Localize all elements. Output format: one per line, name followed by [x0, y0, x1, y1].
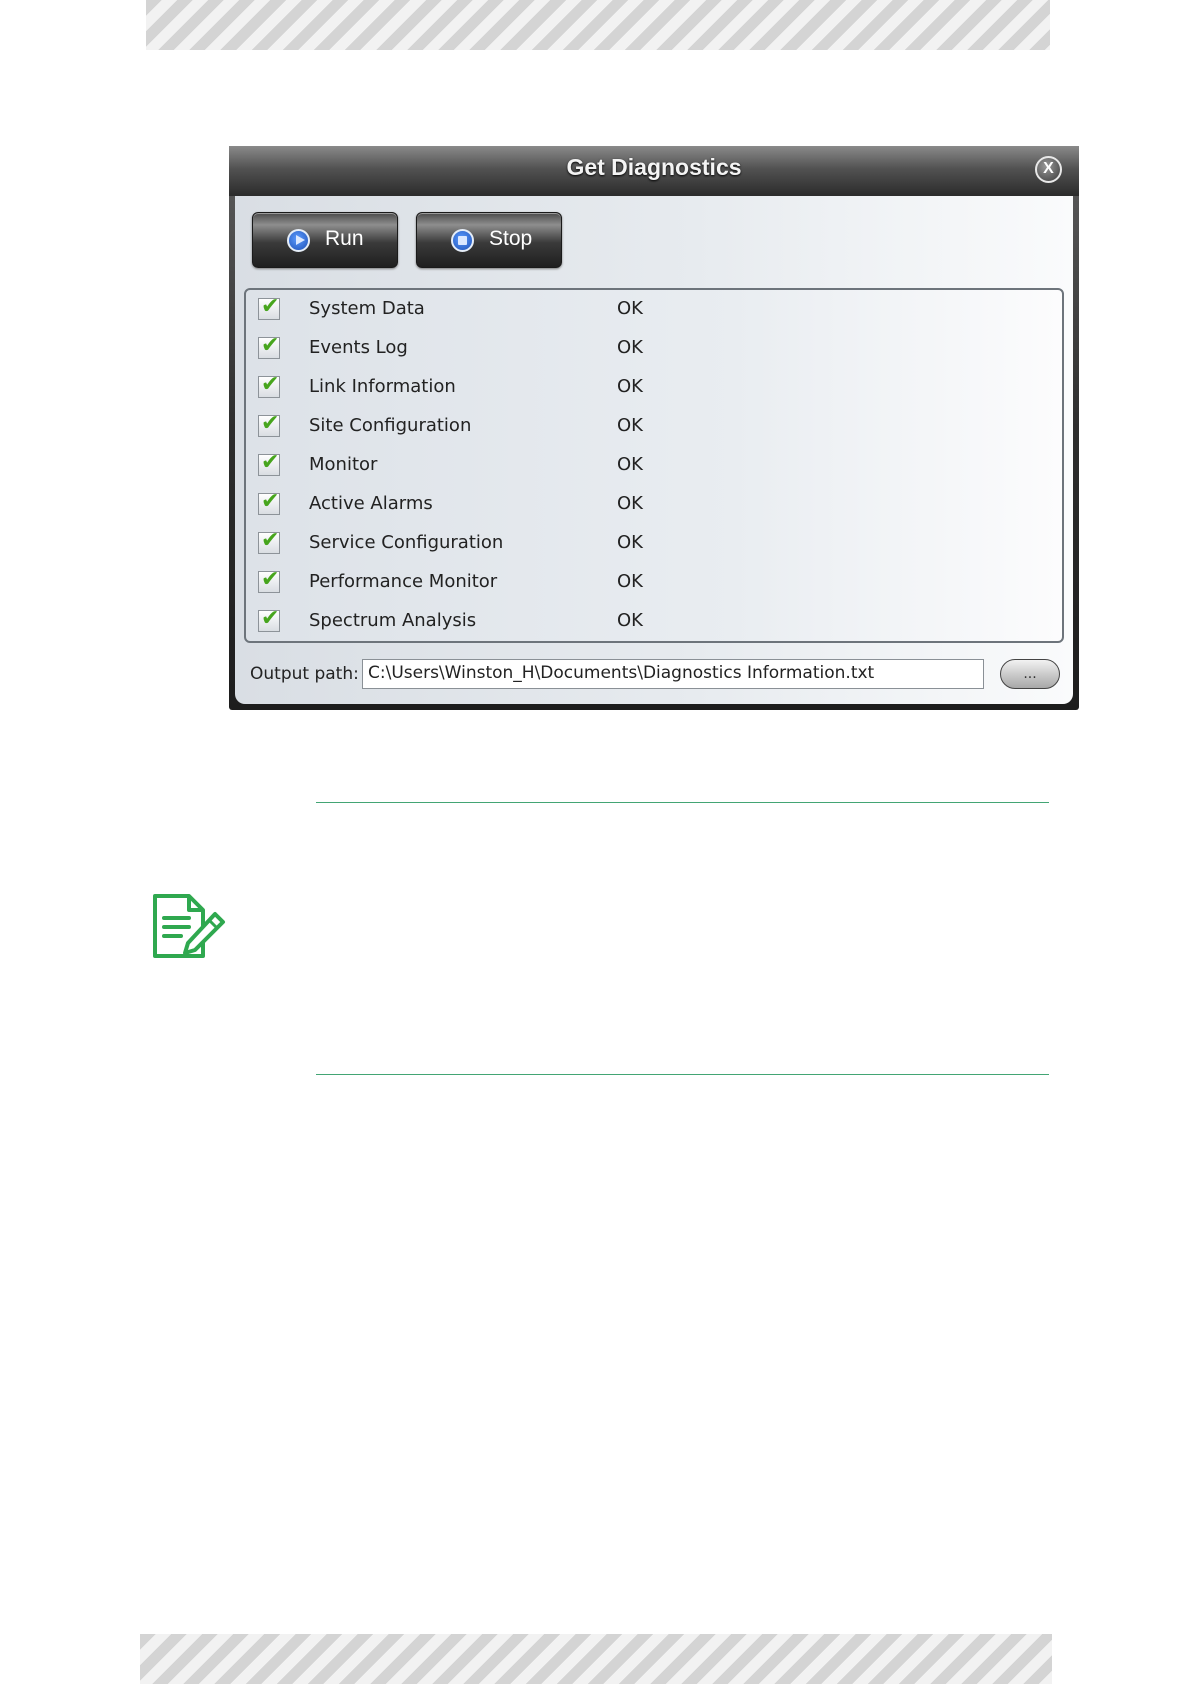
item-status: OK [617, 376, 643, 397]
diagnostics-list: System Data OK Events Log OK Link Inform… [244, 288, 1064, 643]
checkbox-site-configuration[interactable] [258, 411, 280, 437]
checkbox-events-log[interactable] [258, 333, 280, 359]
checkbox-monitor[interactable] [258, 450, 280, 476]
note-rule-bottom [316, 1074, 1049, 1075]
list-item: Active Alarms OK [246, 485, 1062, 524]
footer-band [140, 1634, 1052, 1684]
item-status: OK [617, 454, 643, 475]
stop-circle-icon [451, 229, 474, 252]
item-name: Performance Monitor [309, 571, 498, 592]
output-path-input[interactable]: C:\Users\Winston_H\Documents\Diagnostics… [362, 659, 984, 689]
list-item: Service Configuration OK [246, 524, 1062, 563]
item-name: Spectrum Analysis [309, 610, 477, 631]
close-button[interactable]: X [1035, 156, 1062, 183]
list-item: Performance Monitor OK [246, 563, 1062, 602]
note-rule-top [316, 802, 1049, 803]
dialog-body: Run Stop System Data OK Events Log OK Li… [235, 196, 1073, 704]
list-item: Link Information OK [246, 368, 1062, 407]
checkbox-link-information[interactable] [258, 372, 280, 398]
item-status: OK [617, 298, 643, 319]
checkbox-performance-monitor[interactable] [258, 567, 280, 593]
checkbox-active-alarms[interactable] [258, 489, 280, 515]
stop-button-label: Stop [489, 227, 533, 250]
output-path-label: Output path: [250, 664, 359, 684]
run-button[interactable]: Run [252, 212, 398, 268]
list-item: System Data OK [246, 290, 1062, 329]
get-diagnostics-dialog: Get Diagnostics X Run Stop System Data O… [229, 146, 1079, 710]
item-status: OK [617, 532, 643, 553]
item-name: Active Alarms [309, 493, 433, 514]
checkbox-spectrum-analysis[interactable] [258, 606, 280, 632]
item-status: OK [617, 610, 643, 631]
item-status: OK [617, 571, 643, 592]
dialog-titlebar: Get Diagnostics X [229, 146, 1079, 196]
item-status: OK [617, 415, 643, 436]
item-status: OK [617, 493, 643, 514]
list-item: Site Configuration OK [246, 407, 1062, 446]
list-item: Spectrum Analysis OK [246, 602, 1062, 641]
browse-button[interactable]: ... [1000, 659, 1060, 689]
item-name: Link Information [309, 376, 456, 397]
item-name: Service Configuration [309, 532, 504, 553]
stop-button[interactable]: Stop [416, 212, 562, 268]
header-band [146, 0, 1050, 50]
note-pencil-icon [153, 894, 225, 958]
run-button-label: Run [325, 227, 364, 250]
checkbox-system-data[interactable] [258, 294, 280, 320]
checkbox-service-configuration[interactable] [258, 528, 280, 554]
dialog-title: Get Diagnostics [566, 154, 742, 180]
list-item: Monitor OK [246, 446, 1062, 485]
item-name: Monitor [309, 454, 378, 475]
list-item: Events Log OK [246, 329, 1062, 368]
item-status: OK [617, 337, 643, 358]
item-name: Events Log [309, 337, 408, 358]
play-circle-icon [287, 229, 310, 252]
item-name: System Data [309, 298, 425, 319]
item-name: Site Configuration [309, 415, 472, 436]
